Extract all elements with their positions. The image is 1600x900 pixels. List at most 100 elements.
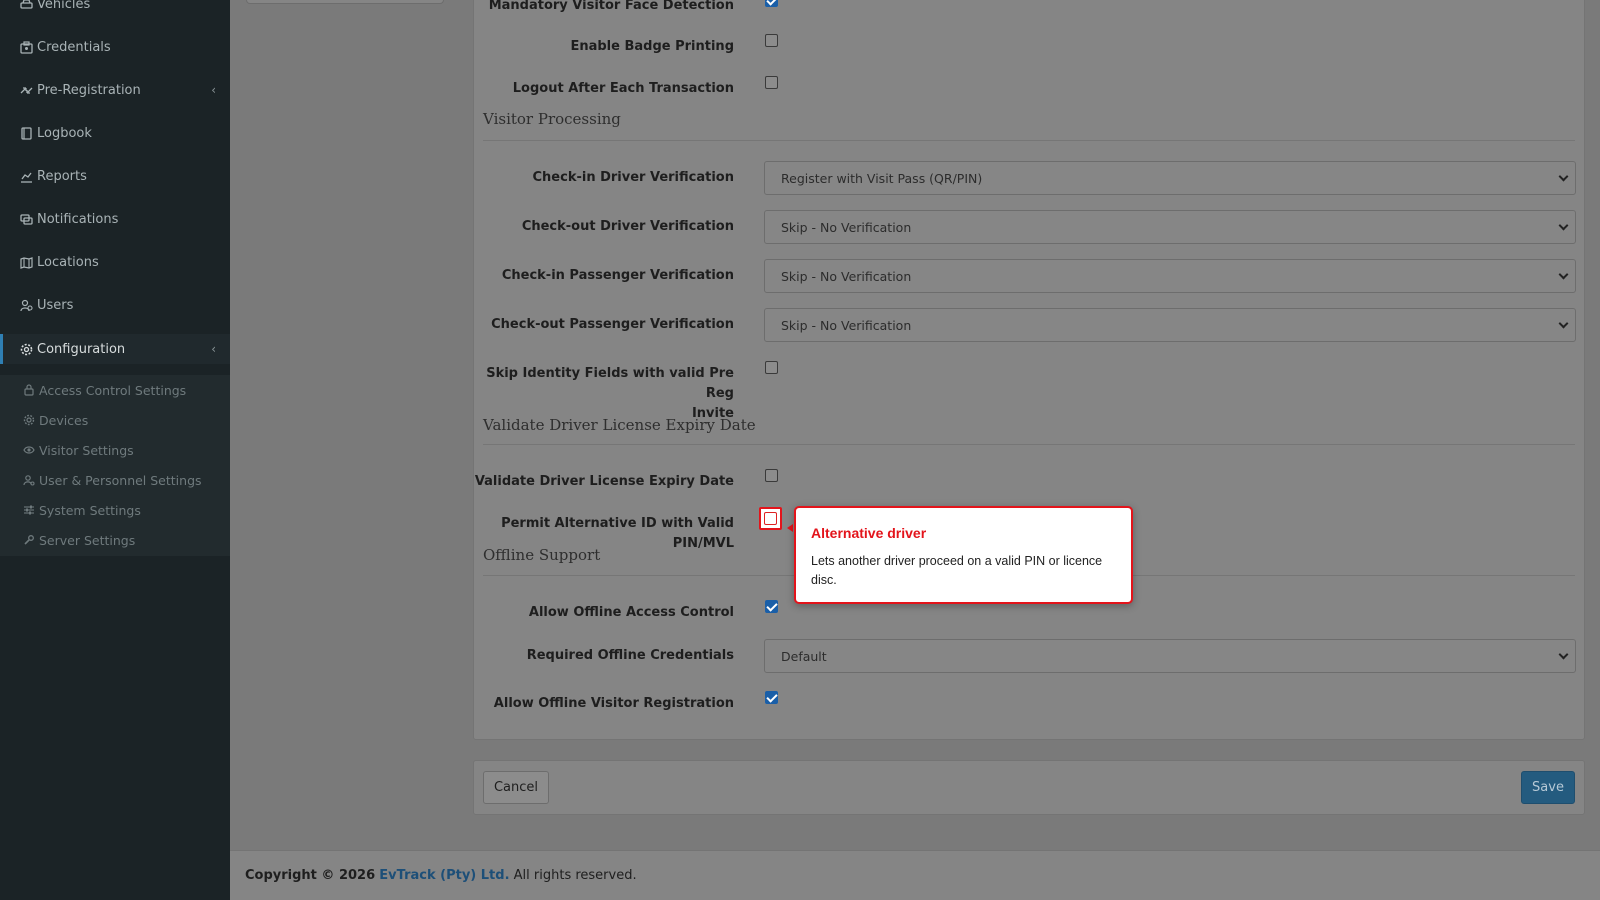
checkout-passenger-verification-select[interactable]: Skip - No Verification	[764, 308, 1576, 342]
cancel-button[interactable]: Cancel	[483, 771, 549, 804]
checkout-driver-verification-select[interactable]: Skip - No Verification	[764, 210, 1576, 244]
book-icon	[19, 126, 33, 140]
user-cog-icon	[22, 474, 35, 487]
sidebar-subitem-label: Server Settings	[39, 532, 136, 548]
sidebar-item-reports[interactable]: Reports	[0, 161, 230, 191]
section-title-offline-support: Offline Support	[483, 546, 601, 564]
allow-offline-registration-checkbox[interactable]	[765, 691, 778, 704]
permit-alternative-id-checkbox[interactable]	[764, 512, 777, 525]
section-divider	[483, 444, 1575, 445]
id-card-icon	[19, 40, 33, 54]
sidebar-subitem-label: System Settings	[39, 502, 141, 518]
sidebar-subitem-label: Access Control Settings	[39, 382, 187, 398]
section-title-license-expiry: Validate Driver License Expiry Date	[483, 416, 756, 434]
select-value: Skip - No Verification	[781, 219, 912, 235]
wrench-icon	[22, 534, 35, 547]
select-value: Register with Visit Pass (QR/PIN)	[781, 170, 983, 186]
sidebar-subitem-label: Devices	[39, 412, 89, 428]
allow-offline-access-checkbox[interactable]	[765, 600, 778, 613]
checkout-passenger-verification-label: Check-out Passenger Verification	[491, 317, 734, 332]
checkin-driver-verification-label: Check-in Driver Verification	[532, 170, 735, 185]
enable-badge-printing-label: Enable Badge Printing	[570, 39, 734, 54]
sidebar: Vehicles Credentials Pre-Registration ‹ …	[0, 0, 230, 900]
chart-icon	[19, 169, 33, 183]
logout-after-transaction-label: Logout After Each Transaction	[512, 81, 734, 96]
chevron-down-icon	[1558, 220, 1569, 231]
sidebar-item-label: Vehicles	[37, 0, 91, 12]
sidebar-subitem-label: User & Personnel Settings	[39, 472, 202, 488]
tooltip-title: Alternative driver	[811, 525, 927, 541]
permit-alternative-id-highlight[interactable]	[759, 507, 782, 530]
side-card	[246, 0, 444, 4]
sidebar-item-label: Notifications	[37, 211, 119, 227]
mandatory-face-detection-label: Mandatory Visitor Face Detection	[488, 0, 734, 13]
chevron-down-icon	[1558, 649, 1569, 660]
sidebar-item-label: Credentials	[37, 39, 111, 55]
allow-offline-registration-label: Allow Offline Visitor Registration	[493, 696, 734, 711]
company-link[interactable]: EvTrack (Pty) Ltd.	[379, 868, 509, 883]
logout-after-transaction-checkbox[interactable]	[765, 76, 778, 89]
sidebar-item-users[interactable]: Users	[0, 290, 230, 320]
section-title-visitor-processing: Visitor Processing	[483, 110, 621, 128]
checkout-driver-verification-label: Check-out Driver Verification	[521, 219, 734, 234]
sidebar-subitem-access-control-settings[interactable]: Access Control Settings	[0, 376, 230, 404]
chevron-down-icon	[1558, 269, 1569, 280]
sidebar-subitem-server-settings[interactable]: Server Settings	[0, 526, 230, 554]
sidebar-subitem-visitor-settings[interactable]: Visitor Settings	[0, 436, 230, 464]
chevron-down-icon	[1558, 318, 1569, 329]
arrows-icon	[19, 83, 33, 97]
sidebar-subitem-user-personnel-settings[interactable]: User & Personnel Settings	[0, 466, 230, 494]
enable-badge-printing-checkbox[interactable]	[765, 34, 778, 47]
validate-license-expiry-label: Validate Driver License Expiry Date	[474, 474, 734, 489]
sidebar-item-pre-registration[interactable]: Pre-Registration ‹	[0, 75, 230, 105]
sidebar-item-label: Logbook	[37, 125, 92, 141]
select-value: Default	[781, 648, 827, 664]
tooltip-body: Lets another driver proceed on a valid P…	[811, 554, 1103, 587]
checkin-passenger-verification-select[interactable]: Skip - No Verification	[764, 259, 1576, 293]
sidebar-item-label: Pre-Registration	[37, 82, 141, 98]
tooltip-arrow	[787, 524, 793, 532]
chevron-left-icon: ‹	[211, 83, 216, 97]
sidebar-subitem-system-settings[interactable]: System Settings	[0, 496, 230, 524]
sidebar-item-configuration[interactable]: Configuration ‹	[0, 334, 230, 364]
checkin-passenger-verification-label: Check-in Passenger Verification	[501, 268, 734, 283]
lock-icon	[22, 384, 35, 397]
help-tooltip: Alternative driver Lets another driver p…	[794, 506, 1133, 604]
sidebar-item-vehicles[interactable]: Vehicles	[0, 0, 230, 19]
required-offline-credentials-select[interactable]: Default	[764, 639, 1576, 673]
device-icon	[22, 414, 35, 427]
chat-icon	[19, 212, 33, 226]
sidebar-item-credentials[interactable]: Credentials	[0, 32, 230, 62]
sidebar-item-logbook[interactable]: Logbook	[0, 118, 230, 148]
sliders-icon	[22, 504, 35, 517]
sidebar-item-label: Configuration	[37, 341, 126, 357]
allow-offline-access-label: Allow Offline Access Control	[528, 605, 734, 620]
sidebar-item-label: Users	[37, 297, 74, 313]
save-button[interactable]: Save	[1521, 771, 1575, 804]
action-bar	[473, 760, 1585, 815]
skip-identity-fields-checkbox[interactable]	[765, 361, 778, 374]
car-icon	[19, 0, 33, 11]
required-offline-credentials-label: Required Offline Credentials	[526, 648, 734, 663]
mandatory-face-detection-checkbox[interactable]	[765, 0, 778, 7]
sidebar-item-label: Locations	[37, 254, 99, 270]
page-footer: Copyright © 2026 EvTrack (Pty) Ltd. All …	[230, 850, 1600, 900]
map-icon	[19, 255, 33, 269]
sidebar-subitem-devices[interactable]: Devices	[0, 406, 230, 434]
chevron-down-icon	[1558, 171, 1569, 182]
skip-identity-fields-label: Skip Identity Fields with valid Pre Reg …	[486, 366, 734, 421]
validate-license-expiry-checkbox[interactable]	[765, 469, 778, 482]
configuration-submenu: Access Control Settings Devices Visitor …	[0, 375, 230, 556]
section-divider	[483, 140, 1575, 141]
copyright-text: Copyright © 2026 EvTrack (Pty) Ltd. All …	[245, 868, 637, 883]
sidebar-item-locations[interactable]: Locations	[0, 247, 230, 277]
sidebar-item-label: Reports	[37, 168, 87, 184]
eye-icon	[22, 444, 35, 457]
checkin-driver-verification-select[interactable]: Register with Visit Pass (QR/PIN)	[764, 161, 1576, 195]
sidebar-subitem-label: Visitor Settings	[39, 442, 134, 458]
chevron-left-icon: ‹	[211, 342, 216, 356]
select-value: Skip - No Verification	[781, 268, 912, 284]
gear-icon	[19, 342, 33, 356]
users-icon	[19, 298, 33, 312]
sidebar-item-notifications[interactable]: Notifications	[0, 204, 230, 234]
